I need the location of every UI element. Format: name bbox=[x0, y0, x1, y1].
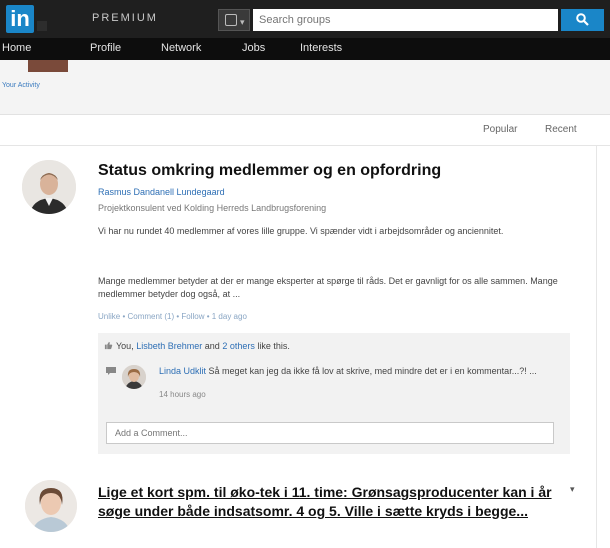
comment-text: Linda Udklit Så meget kan jeg da ikke få… bbox=[159, 365, 559, 377]
comment-body: Så meget kan jeg da ikke få lov at skriv… bbox=[208, 366, 537, 376]
premium-label: PREMIUM bbox=[92, 12, 158, 24]
likes-and: and bbox=[204, 341, 220, 351]
thumbs-up-icon bbox=[104, 341, 113, 350]
sort-recent-tab[interactable]: Recent bbox=[545, 124, 577, 135]
chevron-down-icon: ▾ bbox=[240, 17, 245, 27]
search-category-dropdown[interactable]: ▾ bbox=[218, 9, 250, 31]
post-author-role: Projektkonsulent ved Kolding Herreds Lan… bbox=[98, 203, 327, 213]
author-avatar[interactable] bbox=[22, 160, 76, 214]
liker-link[interactable]: Lisbeth Brehmer bbox=[136, 341, 202, 351]
likes-summary: You, Lisbeth Brehmer and 2 others like t… bbox=[104, 341, 290, 351]
likes-suffix: like this. bbox=[257, 341, 290, 351]
commenter-link[interactable]: Linda Udklit bbox=[159, 366, 206, 376]
nav-profile[interactable]: Profile bbox=[90, 42, 121, 54]
activity-thumbnail bbox=[28, 60, 68, 72]
content-divider bbox=[596, 146, 597, 548]
post-author-link[interactable]: Rasmus Dandanell Lundegaard bbox=[98, 187, 225, 197]
post-paragraph: Vi har nu rundet 40 medlemmer af vores l… bbox=[98, 226, 504, 236]
comments-panel: You, Lisbeth Brehmer and 2 others like t… bbox=[98, 333, 570, 454]
likes-you: You, bbox=[116, 341, 134, 351]
post-actions[interactable]: Unlike • Comment (1) • Follow • 1 day ag… bbox=[98, 312, 247, 321]
nav-interests[interactable]: Interests bbox=[300, 42, 342, 54]
linkedin-logo[interactable]: in bbox=[6, 5, 64, 33]
person-photo-icon bbox=[22, 160, 76, 214]
logo-text: in bbox=[6, 5, 34, 33]
grid-icon bbox=[225, 14, 237, 26]
post-title[interactable]: Status omkring medlemmer og en opfordrin… bbox=[98, 162, 441, 180]
person-photo-icon bbox=[25, 480, 77, 532]
sort-popular-tab[interactable]: Popular bbox=[483, 124, 517, 135]
commenter-avatar[interactable] bbox=[122, 365, 146, 389]
author-avatar[interactable] bbox=[25, 480, 77, 532]
comment-bubble-icon bbox=[106, 367, 116, 375]
person-photo-icon bbox=[122, 365, 146, 389]
post-paragraph: Mange medlemmer betyder at der er mange … bbox=[98, 276, 558, 299]
others-link[interactable]: 2 others bbox=[222, 341, 255, 351]
chevron-down-icon[interactable]: ▾ bbox=[570, 484, 575, 495]
main-nav: Home Profile Network Jobs Interests bbox=[0, 38, 610, 60]
search-button[interactable] bbox=[561, 9, 604, 31]
nav-network[interactable]: Network bbox=[161, 42, 201, 54]
nav-home[interactable]: Home bbox=[2, 42, 31, 54]
comment-time: 14 hours ago bbox=[159, 390, 206, 399]
add-comment-input[interactable] bbox=[106, 422, 554, 444]
search-icon bbox=[576, 13, 589, 26]
activity-strip: Your Activity bbox=[0, 60, 610, 115]
logo-square bbox=[37, 21, 47, 31]
nav-jobs[interactable]: Jobs bbox=[242, 42, 265, 54]
post-title[interactable]: Lige et kort spm. til øko-tek i 11. time… bbox=[98, 483, 568, 521]
your-activity-link[interactable]: Your Activity bbox=[2, 82, 40, 89]
search-input[interactable] bbox=[253, 9, 558, 31]
top-bar: in PREMIUM ▾ bbox=[0, 0, 610, 38]
sort-bar: Popular Recent bbox=[0, 116, 610, 146]
